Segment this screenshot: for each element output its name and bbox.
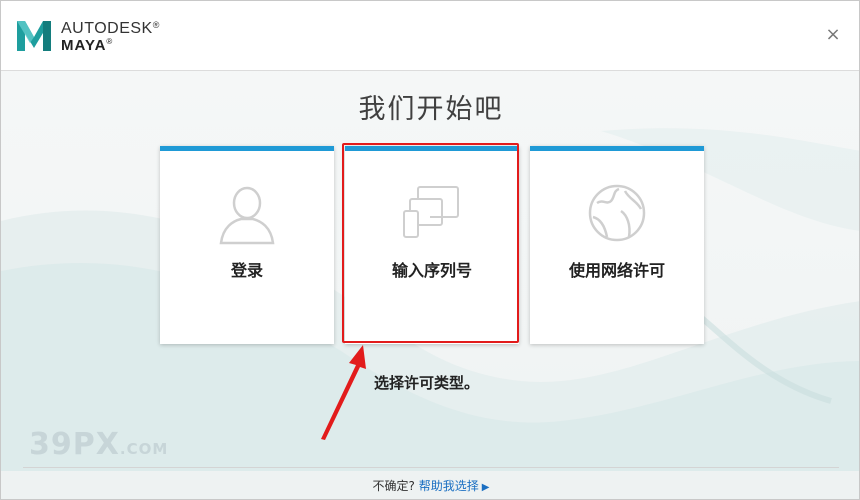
close-icon[interactable]: ×: [825, 24, 840, 45]
login-card-label: 登录: [230, 261, 263, 280]
annotation-arrow: [321, 345, 366, 440]
play-arrow-icon[interactable]: ▶: [482, 482, 490, 493]
brand-autodesk: AUTODESK®: [61, 20, 160, 37]
network-license-card[interactable]: 使用网络许可: [530, 146, 704, 344]
close-button[interactable]: ×: [825, 24, 841, 45]
watermark: 39PX.COM: [29, 427, 169, 462]
globe-icon: [588, 184, 646, 242]
help-me-choose-link[interactable]: 帮助我选择: [419, 479, 479, 493]
brand-maya: MAYA®: [61, 37, 114, 54]
license-dialog-window: AUTODESK® MAYA® × 我们开始吧 登录 输入序列号 使用网络许可 …: [0, 0, 860, 500]
serial-card-label: 输入序列号: [391, 261, 472, 280]
network-card-label: 使用网络许可: [568, 261, 665, 280]
footer-question: 不确定?: [372, 479, 415, 493]
maya-logo-icon: [17, 21, 51, 51]
footer: 不确定? 帮助我选择 ▶: [1, 477, 859, 494]
title-bar: AUTODESK® MAYA® ×: [1, 1, 859, 71]
page-title: 我们开始吧: [358, 94, 504, 125]
registered-mark: ®: [106, 37, 114, 46]
serial-number-card[interactable]: 输入序列号: [345, 146, 519, 344]
user-icon: [219, 186, 275, 245]
registered-mark: ®: [152, 20, 160, 30]
footer-divider: [23, 467, 839, 468]
license-type-hint: 选择许可类型。: [374, 374, 480, 392]
devices-icon: [403, 186, 459, 238]
login-card[interactable]: 登录: [160, 146, 334, 344]
